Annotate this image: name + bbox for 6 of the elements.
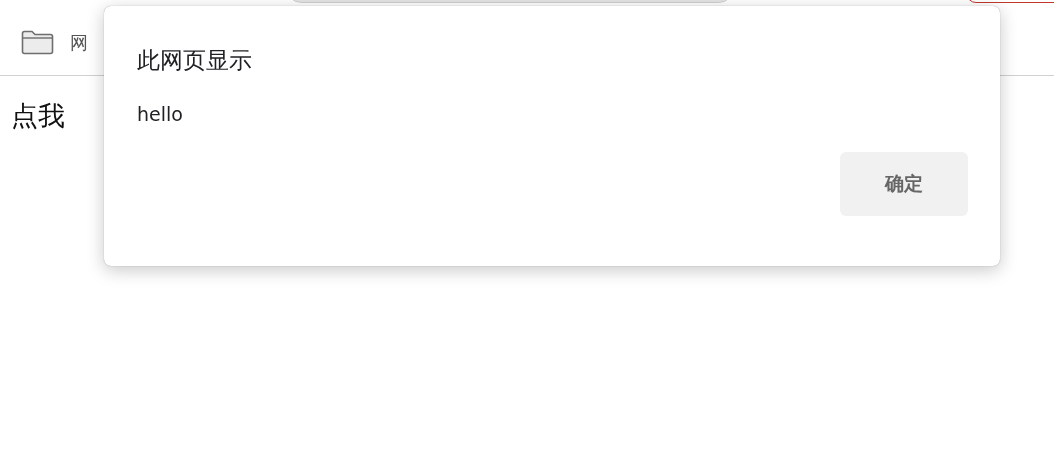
folder-icon bbox=[21, 30, 54, 55]
bookmark-label[interactable]: 网 bbox=[70, 30, 88, 55]
dialog-message: hello bbox=[137, 102, 184, 126]
dialog-title: 此网页显示 bbox=[137, 46, 253, 75]
page-text[interactable]: 点我 bbox=[11, 100, 65, 131]
ok-button[interactable]: 确定 bbox=[840, 152, 968, 216]
